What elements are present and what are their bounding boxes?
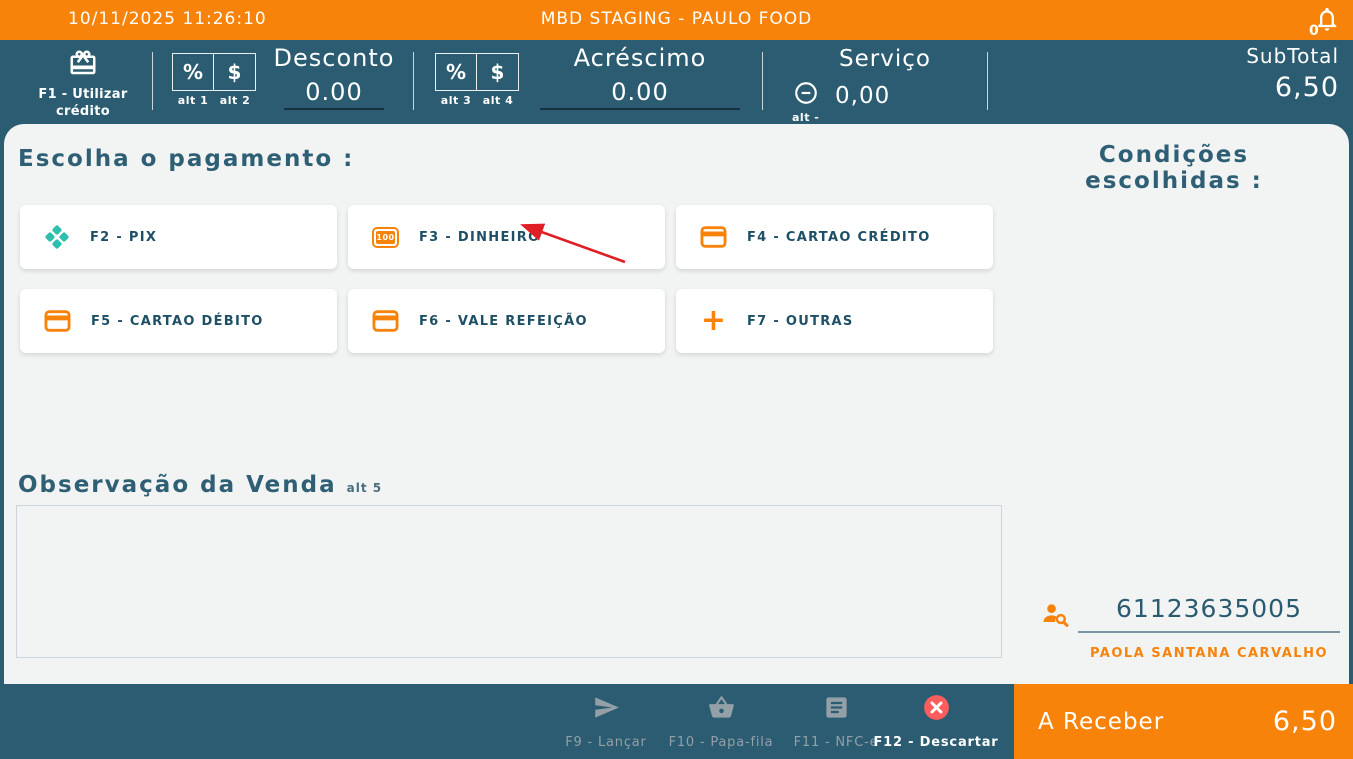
acrescimo-alt4-hint: alt 4 <box>482 94 514 107</box>
servico-remove-button[interactable]: alt - <box>792 80 819 124</box>
desconto-currency-button[interactable]: $ <box>214 53 256 91</box>
minus-circle-icon <box>794 82 817 104</box>
percent-icon: % <box>445 60 467 84</box>
basket-icon <box>708 696 734 718</box>
cancel-icon <box>923 695 949 720</box>
desconto-mode-group: % $ alt 1 alt 2 <box>172 53 256 107</box>
acrescimo-mode-group: % $ alt 3 alt 4 <box>435 53 519 107</box>
pay-button-cartao-debito[interactable]: F5 - CARTAO DÉBITO <box>20 289 337 353</box>
acrescimo-percent-button[interactable]: % <box>435 53 477 91</box>
money-icon-text: 100 <box>376 230 395 244</box>
observation-shortcut-hint: alt 5 <box>346 481 383 495</box>
customer-document-input[interactable]: 61123635005 <box>1078 594 1340 633</box>
person-search-icon <box>1043 604 1069 627</box>
dollar-icon: $ <box>490 60 505 84</box>
pay-button-dinheiro[interactable]: 100 F3 - DINHEIRO <box>348 205 665 269</box>
acrescimo-currency-button[interactable]: $ <box>477 53 519 91</box>
money-icon: 100 <box>372 226 399 248</box>
pix-icon <box>45 225 69 249</box>
customer-name: PAOLA SANTANA CARVALHO <box>1089 646 1329 661</box>
observation-title: Observação da Venda <box>18 472 337 498</box>
lancar-label: F9 - Lançar <box>565 735 647 750</box>
pay-button-outras[interactable]: + F7 - OUTRAS <box>676 289 993 353</box>
observation-heading: Observação da Venda alt 5 <box>18 472 382 498</box>
servico-title: Serviço <box>839 46 931 72</box>
pay-button-pix[interactable]: F2 - PIX <box>20 205 337 269</box>
pay-button-label: F3 - DINHEIRO <box>419 229 541 245</box>
toolbar: F1 - Utilizar crédito % $ alt 1 alt 2 De… <box>0 40 1353 124</box>
subtotal-label: SubTotal <box>1246 44 1339 68</box>
use-credit-button[interactable]: F1 - Utilizar crédito <box>22 48 144 120</box>
credit-card-icon <box>372 310 399 332</box>
acrescimo-value-input[interactable]: 0.00 <box>540 78 740 110</box>
credit-card-icon <box>44 310 71 332</box>
pay-button-vale-refeicao[interactable]: F6 - VALE REFEIÇÃO <box>348 289 665 353</box>
use-credit-label-line2: crédito <box>56 104 110 119</box>
acrescimo-alt3-hint: alt 3 <box>440 94 472 107</box>
desconto-title: Desconto <box>273 44 395 72</box>
payment-heading: Escolha o pagamento : <box>18 146 355 172</box>
toolbar-divider <box>987 52 988 110</box>
servico-alt-hint: alt - <box>792 111 820 124</box>
subtotal-value: 6,50 <box>1274 72 1339 103</box>
toolbar-divider <box>152 52 153 110</box>
document-icon <box>825 697 847 718</box>
main-panel: Escolha o pagamento : Condições escolhid… <box>4 124 1349 684</box>
gift-icon <box>70 50 96 75</box>
desconto-block: Desconto 0.00 <box>264 44 404 110</box>
pay-button-label: F5 - CARTAO DÉBITO <box>91 313 264 329</box>
desconto-alt1-hint: alt 1 <box>177 94 209 107</box>
acrescimo-title: Acréscimo <box>573 44 707 72</box>
notification-count-badge: 0 <box>1309 23 1319 39</box>
percent-icon: % <box>182 60 204 84</box>
credit-card-icon <box>700 226 727 248</box>
customer-search-button[interactable] <box>1042 602 1070 632</box>
receivable-label: A Receber <box>1038 708 1165 735</box>
pay-button-label: F4 - CARTAO CRÉDITO <box>747 229 931 245</box>
conditions-heading: Condições escolhidas : <box>1085 142 1263 194</box>
store-title: MBD STAGING - PAULO FOOD <box>540 9 813 29</box>
descartar-label: F12 - Descartar <box>873 735 999 750</box>
pay-button-label: F6 - VALE REFEIÇÃO <box>419 313 588 329</box>
desconto-alt2-hint: alt 2 <box>219 94 251 107</box>
observation-textarea[interactable] <box>16 505 1002 658</box>
toolbar-divider <box>413 52 414 110</box>
receivable-value: 6,50 <box>1272 706 1337 737</box>
send-icon <box>594 697 619 718</box>
pay-button-label: F7 - OUTRAS <box>747 313 854 329</box>
notifications-button[interactable]: 0 <box>1309 5 1341 39</box>
receivable-panel: A Receber 6,50 <box>1014 684 1353 759</box>
desconto-percent-button[interactable]: % <box>172 53 214 91</box>
top-bar: 10/11/2025 11:26:10 MBD STAGING - PAULO … <box>0 0 1353 40</box>
desconto-value-input[interactable]: 0.00 <box>284 78 384 110</box>
papa-fila-label: F10 - Papa-fila <box>668 735 774 750</box>
plus-icon: + <box>700 303 727 338</box>
descartar-button[interactable]: F12 - Descartar <box>866 694 1006 750</box>
toolbar-divider <box>762 52 763 110</box>
subtotal-block: SubTotal 6,50 <box>1246 44 1339 103</box>
lancar-button[interactable]: F9 - Lançar <box>546 694 666 750</box>
use-credit-label-line1: F1 - Utilizar <box>38 87 128 102</box>
dollar-icon: $ <box>227 60 242 84</box>
pay-button-cartao-credito[interactable]: F4 - CARTAO CRÉDITO <box>676 205 993 269</box>
pay-button-label: F2 - PIX <box>90 229 158 245</box>
acrescimo-block: Acréscimo 0.00 <box>530 44 750 110</box>
papa-fila-button[interactable]: F10 - Papa-fila <box>651 694 791 750</box>
servico-value: 0,00 <box>835 83 891 109</box>
